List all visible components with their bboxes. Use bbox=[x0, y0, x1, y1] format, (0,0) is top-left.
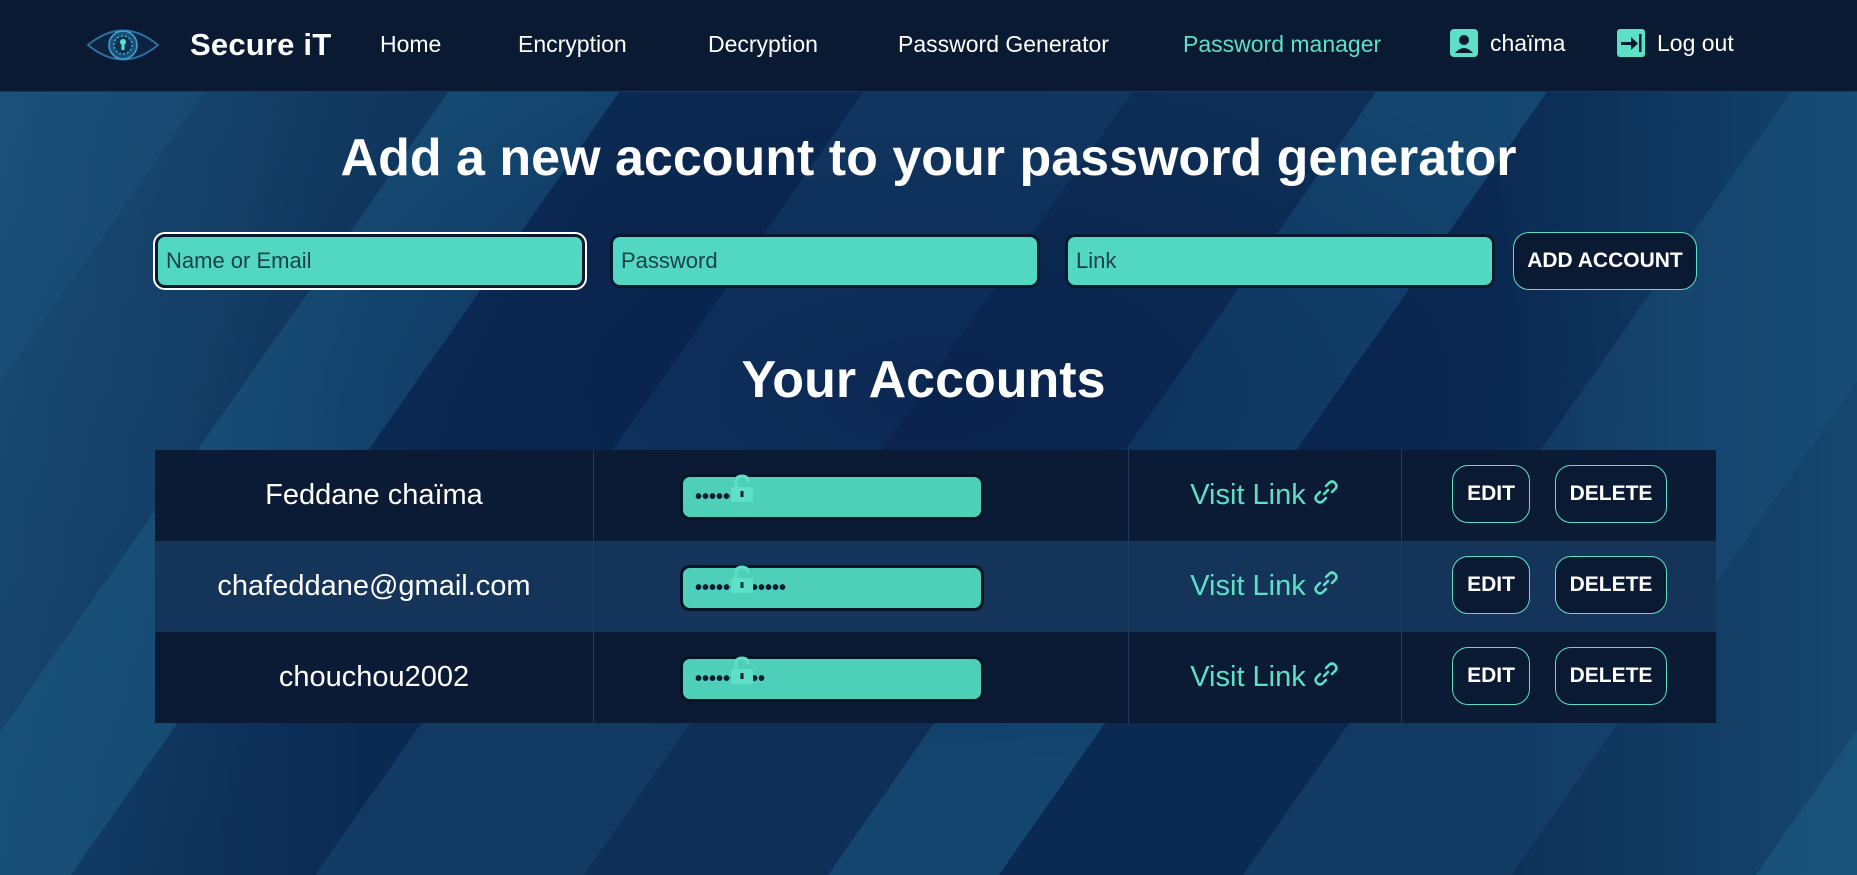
account-row: chafeddane@gmail.com ••••••••••••• Visit… bbox=[155, 541, 1716, 632]
delete-button[interactable]: DELETE bbox=[1555, 647, 1667, 705]
link-cell: Visit Link bbox=[1129, 450, 1402, 541]
chain-link-icon bbox=[1314, 479, 1338, 504]
chain-link-icon bbox=[1314, 570, 1338, 595]
actions-cell: EDIT DELETE bbox=[1402, 632, 1716, 723]
chain-link-icon bbox=[1314, 661, 1338, 686]
nav-encryption[interactable]: Encryption bbox=[518, 31, 627, 58]
password-cell: •••••••••• bbox=[594, 632, 1129, 723]
account-name: Feddane chaïma bbox=[155, 450, 594, 541]
password-cell: ••••••••••••• bbox=[594, 541, 1129, 632]
visit-link[interactable]: Visit Link bbox=[1190, 570, 1340, 603]
unlock-icon[interactable] bbox=[727, 474, 757, 504]
user-menu[interactable]: chaïma bbox=[1450, 29, 1565, 57]
delete-button[interactable]: DELETE bbox=[1555, 556, 1667, 614]
actions-cell: EDIT DELETE bbox=[1402, 450, 1716, 541]
unlock-icon[interactable] bbox=[727, 656, 757, 686]
password-cell: •••••••• bbox=[594, 450, 1129, 541]
password-input[interactable] bbox=[610, 234, 1040, 288]
account-name: chouchou2002 bbox=[155, 632, 594, 723]
visit-link[interactable]: Visit Link bbox=[1190, 661, 1340, 694]
navbar: Secure iT Home Encryption Decryption Pas… bbox=[0, 0, 1857, 92]
unlock-icon[interactable] bbox=[727, 565, 757, 595]
account-name: chafeddane@gmail.com bbox=[155, 541, 594, 632]
user-icon bbox=[1450, 29, 1478, 57]
eye-logo-icon[interactable] bbox=[86, 22, 160, 68]
visit-link-label: Visit Link bbox=[1190, 479, 1306, 511]
brand-name[interactable]: Secure iT bbox=[190, 27, 331, 63]
visit-link[interactable]: Visit Link bbox=[1190, 479, 1340, 512]
masked-password-field[interactable]: •••••••••• bbox=[680, 656, 984, 702]
account-row: chouchou2002 •••••••••• Visit Link EDIT … bbox=[155, 632, 1716, 723]
edit-button[interactable]: EDIT bbox=[1452, 465, 1530, 523]
add-account-button[interactable]: ADD ACCOUNT bbox=[1513, 232, 1697, 290]
delete-button[interactable]: DELETE bbox=[1555, 465, 1667, 523]
accounts-title: Your Accounts bbox=[741, 351, 1106, 409]
nav-password-generator[interactable]: Password Generator bbox=[898, 31, 1109, 58]
user-name: chaïma bbox=[1490, 29, 1566, 56]
logout-label: Log out bbox=[1657, 29, 1734, 56]
link-cell: Visit Link bbox=[1129, 541, 1402, 632]
nav-decryption[interactable]: Decryption bbox=[708, 31, 818, 58]
link-input[interactable] bbox=[1065, 234, 1495, 288]
nav-password-manager[interactable]: Password manager bbox=[1183, 31, 1381, 58]
logout-icon bbox=[1617, 29, 1645, 57]
edit-button[interactable]: EDIT bbox=[1452, 647, 1530, 705]
nav-home[interactable]: Home bbox=[380, 31, 441, 58]
actions-cell: EDIT DELETE bbox=[1402, 541, 1716, 632]
visit-link-label: Visit Link bbox=[1190, 661, 1306, 693]
page-title: Add a new account to your password gener… bbox=[340, 129, 1517, 187]
name-or-email-input[interactable] bbox=[155, 234, 585, 288]
visit-link-label: Visit Link bbox=[1190, 570, 1306, 602]
masked-password-field[interactable]: ••••••••••••• bbox=[680, 565, 984, 611]
account-row: Feddane chaïma •••••••• Visit Link EDIT … bbox=[155, 450, 1716, 541]
logout-button[interactable]: Log out bbox=[1617, 29, 1734, 57]
link-cell: Visit Link bbox=[1129, 632, 1402, 723]
masked-password-field[interactable]: •••••••• bbox=[680, 474, 984, 520]
edit-button[interactable]: EDIT bbox=[1452, 556, 1530, 614]
